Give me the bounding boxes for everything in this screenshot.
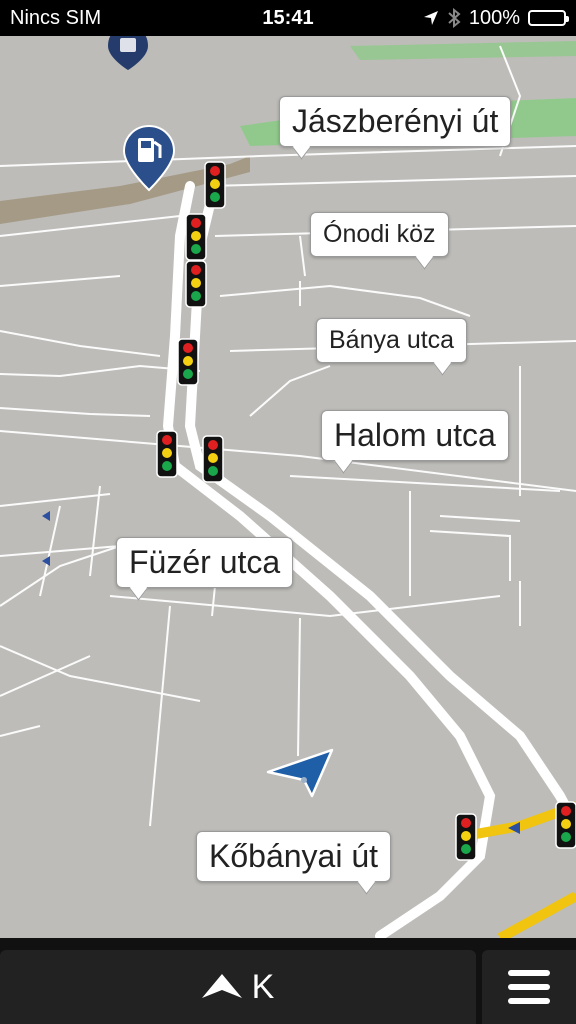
map-view[interactable] xyxy=(0,36,576,938)
status-icons: 100% xyxy=(423,6,569,30)
street-label: Füzér utca xyxy=(116,537,294,588)
location-arrow-icon xyxy=(423,11,438,25)
menu-button[interactable] xyxy=(482,950,576,1024)
direction-arrow-icon xyxy=(201,974,242,998)
heading-label: K xyxy=(251,967,275,1006)
street-label: Bánya utca xyxy=(316,318,468,363)
bluetooth-icon xyxy=(448,8,461,28)
hamburger-menu-icon xyxy=(508,970,550,1004)
street-label: Halom utca xyxy=(321,410,509,461)
carrier-label: Nincs SIM xyxy=(10,6,102,29)
street-label: Kőbányai út xyxy=(196,831,392,882)
bottom-bar: K xyxy=(0,938,576,1024)
battery-percent: 100% xyxy=(468,6,520,29)
battery-icon xyxy=(528,10,569,26)
street-label: Jászberényi út xyxy=(279,96,512,147)
status-bar: Nincs SIM 15:41 100% xyxy=(0,0,576,36)
street-label: Ónodi köz xyxy=(310,212,449,257)
heading-button[interactable]: K xyxy=(0,950,476,1024)
